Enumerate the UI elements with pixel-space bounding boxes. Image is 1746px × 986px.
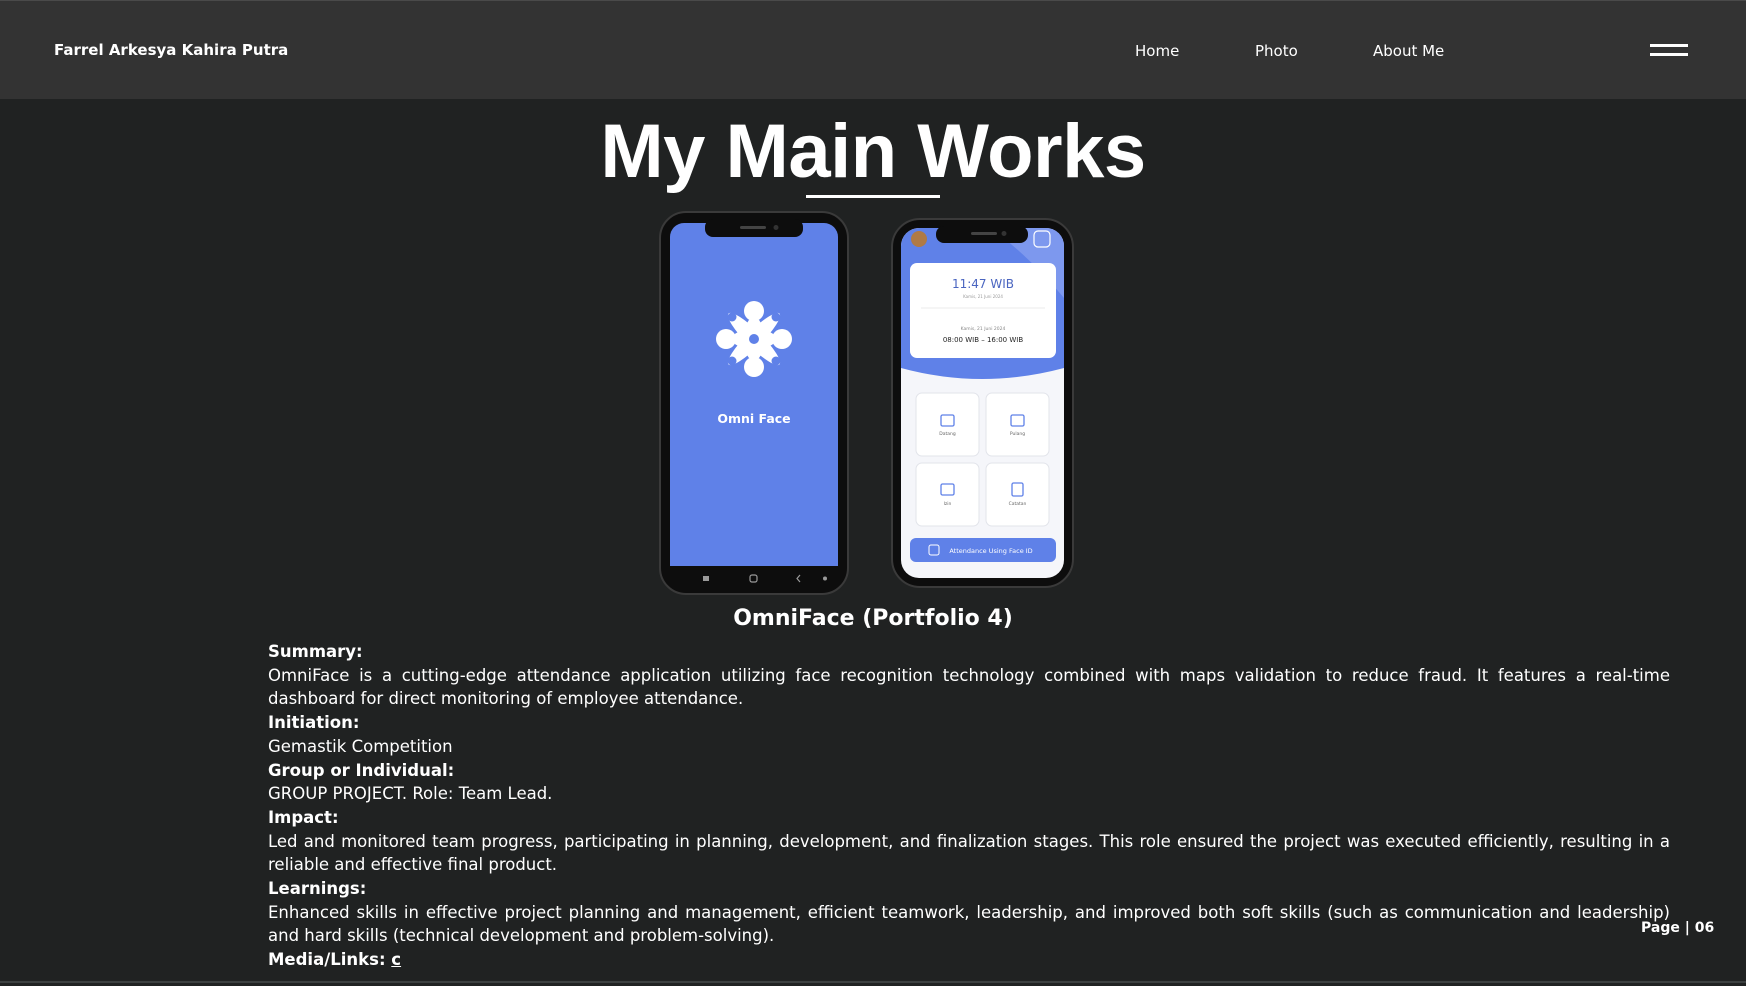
page-title: My Main Works (600, 109, 1146, 194)
svg-text:Attendance Using Face ID: Attendance Using Face ID (949, 547, 1032, 555)
site-brand[interactable]: Farrel Arkesya Kahira Putra (54, 41, 288, 59)
hamburger-icon[interactable] (1650, 44, 1688, 58)
project-details: Summary: OmniFace is a cutting-edge atte… (268, 640, 1670, 972)
top-navbar: Farrel Arkesya Kahira Putra Home Photo A… (0, 0, 1746, 99)
splash-screen-mockup: Omni Face (659, 211, 849, 595)
impact-text: Led and monitored team progress, partici… (268, 831, 1670, 875)
learnings-label: Learnings: (268, 879, 367, 899)
media-row: Media/Links: c (268, 948, 1670, 972)
title-underline (806, 195, 940, 198)
nav-link-about-me[interactable]: About Me (1373, 42, 1444, 60)
home-date: Kamis, 21 Juni 2024 (961, 326, 1006, 332)
svg-text:Izin: Izin (944, 501, 952, 507)
svg-text:Catatan: Catatan (1009, 501, 1027, 507)
nav-link-photo[interactable]: Photo (1255, 42, 1298, 60)
nav-link-home[interactable]: Home (1135, 42, 1179, 60)
svg-text:Pulang: Pulang (1010, 431, 1025, 437)
summary-text: OmniFace is a cutting-edge attendance ap… (268, 665, 1670, 709)
summary-label: Summary: (268, 642, 363, 661)
initiation-text: Gemastik Competition (268, 736, 453, 756)
media-link[interactable]: c (391, 950, 401, 969)
splash-app-name: Omni Face (717, 411, 790, 426)
home-time: 11:47 WIB (952, 277, 1014, 291)
home-shift: 08:00 WIB – 16:00 WIB (943, 336, 1024, 344)
home-screen-mockup: 11:47 WIB Kamis, 21 Juni 2024 Kamis, 21 … (891, 218, 1074, 588)
group-text: GROUP PROJECT. Role: Team Lead. (268, 784, 553, 804)
bottom-divider (0, 981, 1746, 983)
media-label: Media/Links: (268, 950, 386, 970)
home-date-small: Kamis, 21 Juni 2024 (963, 294, 1003, 299)
group-label: Group or Individual: (268, 760, 455, 780)
svg-text:Datang: Datang (939, 431, 956, 437)
project-title: OmniFace (Portfolio 4) (733, 606, 1013, 631)
impact-label: Impact: (268, 807, 339, 827)
page-number: Page | 06 (1641, 920, 1715, 936)
initiation-label: Initiation: (268, 713, 360, 733)
learnings-text: Enhanced skills in effective project pla… (268, 902, 1670, 946)
